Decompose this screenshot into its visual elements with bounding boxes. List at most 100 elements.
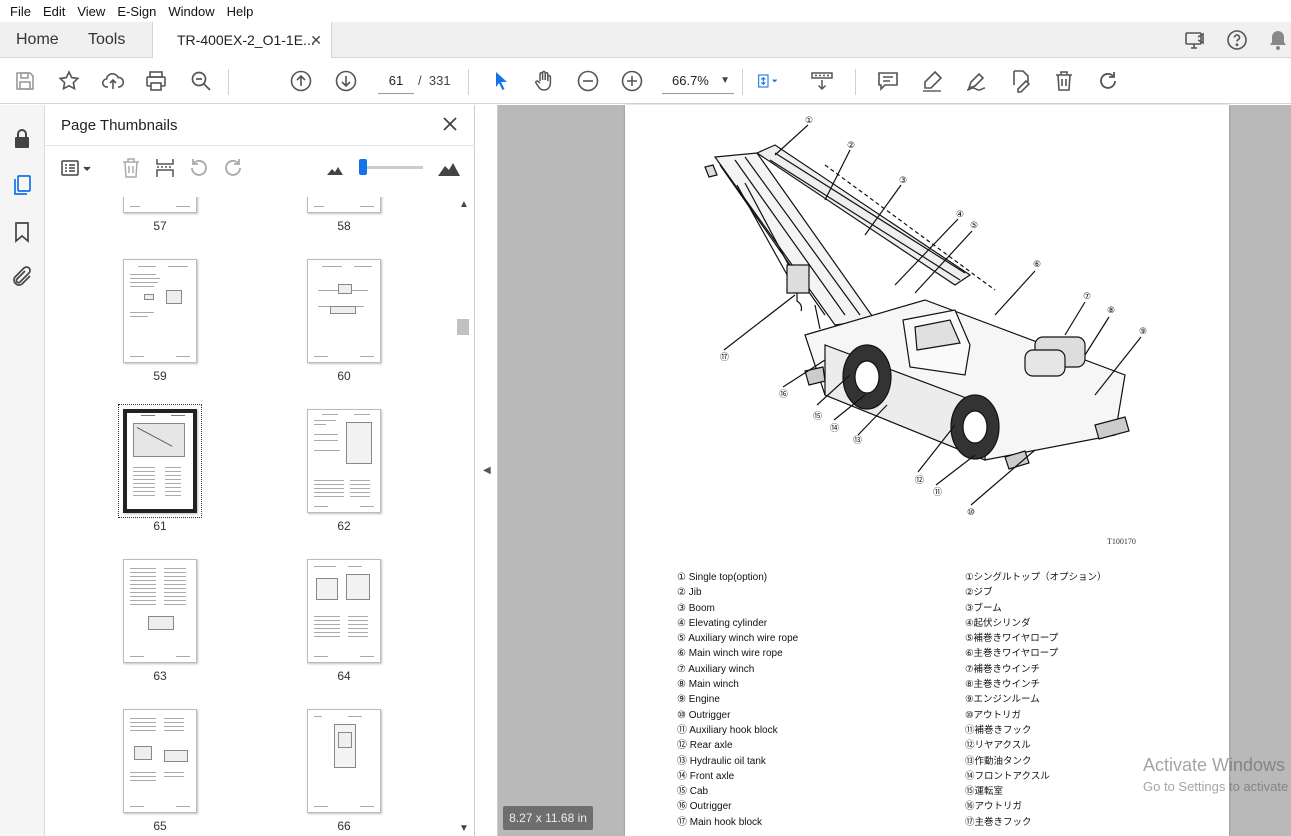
extract-pages-icon[interactable] <box>153 156 177 180</box>
page-thumbnail[interactable] <box>123 259 197 363</box>
zoom-out-icon[interactable] <box>576 69 600 93</box>
page-thumbnail[interactable] <box>307 409 381 513</box>
tab-document[interactable]: TR-400EX-2_O1-1E... ✕ <box>152 22 332 59</box>
thumbnail-size-slider[interactable] <box>359 166 423 169</box>
legend-item: ⑪補巻きフック <box>965 724 1032 736</box>
scroll-down-arrow-icon[interactable]: ▼ <box>459 823 469 834</box>
legend-item: ⑩アウトリガ <box>965 709 1022 721</box>
redo-rotate-icon[interactable] <box>1096 69 1120 93</box>
page-thumbnail[interactable] <box>123 197 197 213</box>
legend-item: ⑥ Main winch wire rope <box>677 648 783 660</box>
menu-edit[interactable]: Edit <box>37 4 71 19</box>
svg-text:⑥: ⑥ <box>1033 260 1041 270</box>
rotate-right-icon[interactable] <box>221 156 245 180</box>
zoom-level-select[interactable]: 66.7% ▼ <box>662 68 734 94</box>
page-thumbnail[interactable] <box>123 709 197 813</box>
watermark-title: Activate Windows <box>1143 755 1286 775</box>
select-cursor-icon[interactable] <box>489 69 513 93</box>
thumbnail-options-menu-icon[interactable] <box>59 156 95 180</box>
legend-item: ⑯アウトリガ <box>965 801 1023 813</box>
menu-esign[interactable]: E-Sign <box>111 4 162 19</box>
larger-thumbnails-icon[interactable] <box>437 156 461 180</box>
legend-item: ⑰主巻きフック <box>965 816 1032 828</box>
svg-text:②: ② <box>847 141 855 151</box>
hand-tool-icon[interactable] <box>532 69 556 93</box>
legend-item: ⑦補巻きウインチ <box>965 663 1041 675</box>
previous-page-icon[interactable] <box>289 69 313 93</box>
svg-text:③: ③ <box>899 176 907 186</box>
page-thumbnail[interactable] <box>307 259 381 363</box>
close-panel-icon[interactable] <box>439 113 461 135</box>
print-icon[interactable] <box>144 69 168 93</box>
legend-item: ⑯ Outrigger <box>677 801 732 813</box>
menu-window[interactable]: Window <box>162 4 220 19</box>
page-thumbnail[interactable] <box>307 197 381 213</box>
fit-page-icon[interactable] <box>756 69 792 93</box>
tab-tools[interactable]: Tools <box>88 22 125 58</box>
left-navigation-rail <box>0 105 45 836</box>
bookmarks-icon[interactable] <box>10 220 34 244</box>
svg-text:⑦: ⑦ <box>1083 292 1091 302</box>
thumbnail-list: 57 58 59 60 61 62 63 64 65 66 <box>45 197 461 836</box>
page-thumbnail-selected[interactable] <box>123 409 197 513</box>
comment-icon[interactable] <box>876 69 900 93</box>
page-thumbnail[interactable] <box>307 709 381 813</box>
menu-help[interactable]: Help <box>221 4 260 19</box>
activate-windows-watermark: Activate Windows Go to Settings to activ… <box>1143 754 1291 796</box>
thumbnail-scrollbar[interactable]: ▲ ▼ <box>455 197 471 836</box>
panel-collapse-handle[interactable]: ◀ <box>476 105 498 836</box>
legend-item: ⑤補巻きワイヤロープ <box>965 633 1059 645</box>
menu-file[interactable]: File <box>4 4 37 19</box>
page-number-input[interactable]: 61 <box>378 68 414 94</box>
thumbnail-page-number: 63 <box>153 669 167 683</box>
svg-text:④: ④ <box>956 210 964 220</box>
legend-item: ⑧ Main winch <box>677 679 739 691</box>
collapse-arrow-icon[interactable]: ◀ <box>483 465 491 476</box>
panel-title: Page Thumbnails <box>61 117 178 134</box>
thumbnail-size-slider-handle[interactable] <box>359 159 367 175</box>
draw-sign-icon[interactable] <box>964 69 988 93</box>
scrollbar-thumb[interactable] <box>457 319 469 335</box>
close-tab-icon[interactable]: ✕ <box>310 22 322 58</box>
bookmark-star-icon[interactable] <box>57 69 81 93</box>
attachments-paperclip-icon[interactable] <box>10 265 34 289</box>
svg-text:⑤: ⑤ <box>970 221 978 231</box>
lock-icon[interactable] <box>10 127 34 151</box>
share-screen-icon[interactable] <box>1183 28 1207 52</box>
find-zoom-icon[interactable] <box>189 69 213 93</box>
page-thumbnail[interactable] <box>307 559 381 663</box>
page-thumbnail[interactable] <box>123 559 197 663</box>
tab-home[interactable]: Home <box>16 22 59 58</box>
figure-code: T100170 <box>1107 537 1136 546</box>
menu-bar: File Edit View E-Sign Window Help <box>0 0 1291 22</box>
scroll-mode-icon[interactable] <box>810 69 834 93</box>
document-view[interactable]: ① ② ③ ④ ⑤ ⑥ ⑦ ⑧ ⑨ ⑩ ⑪ ⑫ ⑬ ⑭ ⑮ ⑯ ⑰ T10017… <box>498 105 1291 836</box>
help-icon[interactable] <box>1225 28 1249 52</box>
delete-trash-icon[interactable] <box>1052 69 1076 93</box>
svg-text:⑫: ⑫ <box>915 475 924 486</box>
next-page-icon[interactable] <box>334 69 358 93</box>
legend-item: ③ブーム <box>965 602 1002 614</box>
save-icon[interactable] <box>13 69 37 93</box>
legend-item: ⑭ Front axle <box>677 770 735 782</box>
thumbnail-page-number: 62 <box>337 519 351 533</box>
delete-page-icon[interactable] <box>119 156 143 180</box>
menu-view[interactable]: View <box>71 4 111 19</box>
highlight-pen-icon[interactable] <box>920 69 944 93</box>
chevron-down-icon: ▼ <box>720 75 730 86</box>
legend-item: ⑪ Auxiliary hook block <box>677 724 778 736</box>
svg-text:⑪: ⑪ <box>933 487 942 498</box>
zoom-in-icon[interactable] <box>620 69 644 93</box>
notifications-bell-icon[interactable] <box>1266 28 1290 52</box>
rotate-left-icon[interactable] <box>187 156 211 180</box>
scroll-up-arrow-icon[interactable]: ▲ <box>459 199 469 210</box>
svg-text:⑮: ⑮ <box>813 411 822 422</box>
page-count-label: / 331 <box>418 73 451 88</box>
upload-cloud-icon[interactable] <box>101 69 125 93</box>
toolbar-divider <box>468 69 469 95</box>
zoom-level-value: 66.7% <box>672 73 709 88</box>
edit-pdf-icon[interactable] <box>1008 69 1032 93</box>
smaller-thumbnails-icon[interactable] <box>323 156 347 180</box>
page-size-badge: 8.27 x 11.68 in <box>503 806 593 830</box>
page-thumbnails-icon[interactable] <box>10 173 34 197</box>
